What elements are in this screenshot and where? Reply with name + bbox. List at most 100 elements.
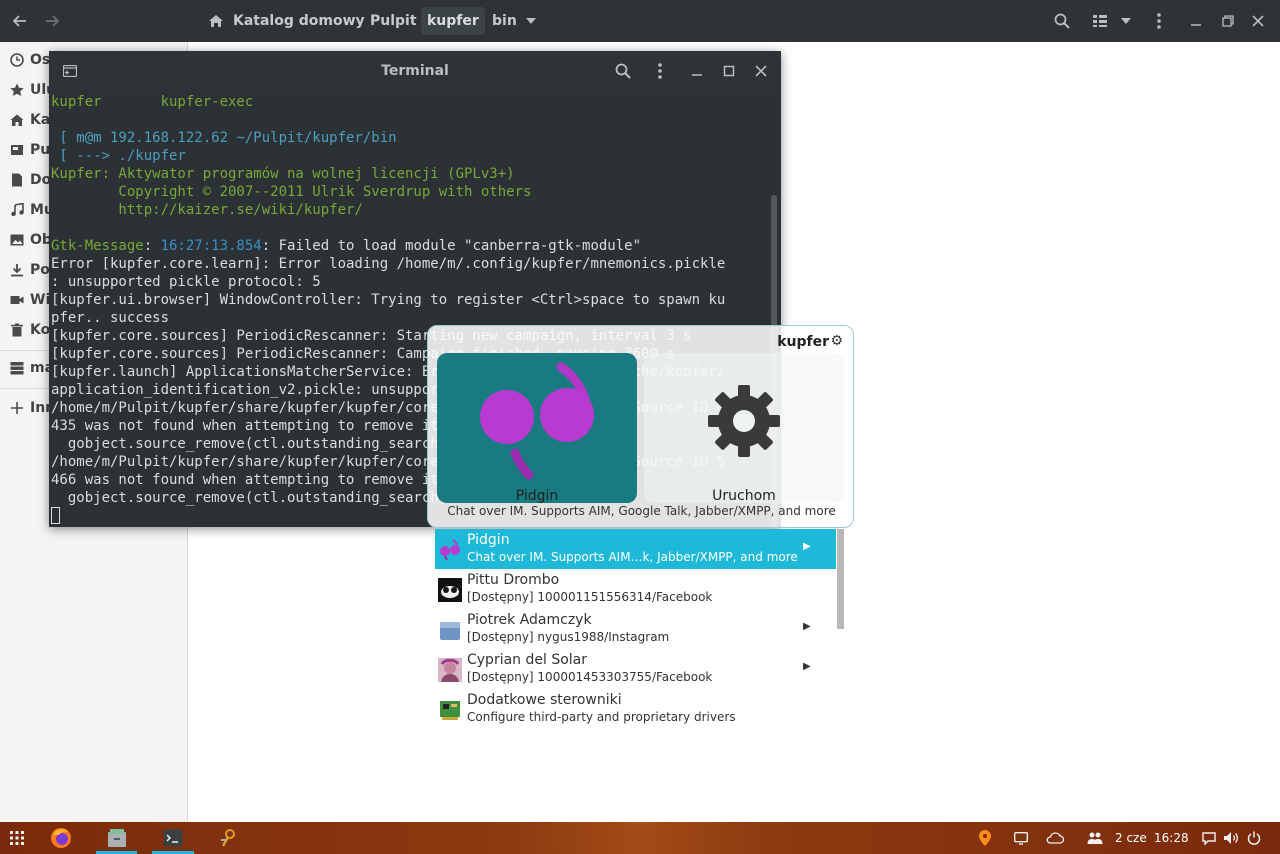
terminal-line: [ ---> ./kupfer bbox=[51, 147, 186, 165]
terminal-close-button[interactable] bbox=[751, 51, 771, 91]
kupfer-result-list: Pidgin Chat over IM. Supports AIM…k, Jab… bbox=[435, 529, 837, 729]
minimize-icon bbox=[1191, 24, 1201, 26]
terminal-line: [ m@m 192.168.122.62 ~/Pulpit/kupfer/bin bbox=[51, 129, 397, 147]
terminal-text: [kupfer.ui.browser] WindowController: Tr… bbox=[51, 292, 726, 308]
terminal-text: Error [kupfer.core.learn]: Error loading… bbox=[51, 256, 726, 272]
list-item[interactable]: Pittu Drombo [Dostępny] 100001151556314/… bbox=[435, 569, 836, 609]
power-icon bbox=[1247, 831, 1261, 845]
breadcrumb-kupfer[interactable]: kupfer bbox=[421, 7, 485, 35]
kupfer-launcher: kupfer ⚙ Pidgin Uruchom Chat over IM. Su… bbox=[427, 325, 854, 528]
contacts-tray[interactable] bbox=[1082, 822, 1108, 854]
list-item-name: Pidgin bbox=[467, 532, 510, 548]
list-item[interactable]: Pidgin Chat over IM. Supports AIM…k, Jab… bbox=[435, 529, 836, 569]
expand-arrow-icon[interactable]: ▶ bbox=[803, 541, 811, 552]
gear-icon bbox=[708, 385, 780, 457]
menu-button[interactable] bbox=[1148, 0, 1170, 42]
terminal-minimize-button[interactable] bbox=[687, 51, 707, 91]
list-item[interactable]: Piotrek Adamczyk [Dostępny] nygus1988/In… bbox=[435, 609, 836, 649]
view-mode-button[interactable] bbox=[1089, 0, 1111, 42]
notifications-tray[interactable] bbox=[1198, 822, 1220, 854]
terminal-line: : unsupported pickle protocol: 5 bbox=[51, 273, 321, 291]
new-tab-button[interactable] bbox=[59, 51, 81, 91]
back-button[interactable] bbox=[6, 0, 34, 42]
terminal-maximize-button[interactable] bbox=[719, 51, 739, 91]
terminal-line: Error [kupfer.core.learn]: Error loading… bbox=[51, 255, 725, 273]
terminal-text: 435 was not found when attempting to rem… bbox=[51, 418, 439, 434]
view-options-dropdown[interactable] bbox=[1116, 0, 1136, 42]
terminal-line: Gtk-Message: 16:27:13.854: Failed to loa… bbox=[51, 237, 641, 255]
terminal-titlebar[interactable]: Terminal bbox=[49, 51, 781, 91]
list-item[interactable]: Cyprian del Solar [Dostępny] 10000145330… bbox=[435, 649, 836, 689]
screen-icon bbox=[1014, 831, 1028, 845]
terminal-text: Gtk-Message bbox=[51, 238, 144, 254]
pidgin-icon bbox=[480, 362, 594, 480]
expand-arrow-icon[interactable]: ▶ bbox=[803, 621, 811, 632]
maximize-button[interactable] bbox=[1218, 0, 1238, 42]
terminal-text: Copyright © 2007--2011 Ulrik Sverdrup wi… bbox=[51, 184, 532, 200]
cloud-tray[interactable] bbox=[1042, 822, 1068, 854]
terminal-text: [ ---> ./kupfer bbox=[51, 148, 186, 164]
list-item-name: Cyprian del Solar bbox=[467, 652, 588, 668]
home-icon bbox=[9, 112, 25, 128]
taskbar-file-manager[interactable] bbox=[98, 822, 136, 854]
terminal-search-button[interactable] bbox=[611, 51, 635, 91]
terminal-text: : unsupported pickle protocol: 5 bbox=[51, 274, 321, 290]
result-list-scrollbar[interactable] bbox=[837, 529, 844, 629]
object-label: Pidgin bbox=[515, 488, 559, 504]
terminal-text: pfer.. success bbox=[51, 310, 170, 326]
clock-time[interactable]: 16:28 bbox=[1154, 822, 1189, 854]
caret-down-icon bbox=[1121, 18, 1131, 24]
object-pane[interactable]: Pidgin bbox=[437, 353, 637, 504]
gear-icon[interactable]: ⚙ bbox=[830, 333, 843, 349]
list-item[interactable]: Dodatkowe sterowniki Configure third-par… bbox=[435, 689, 836, 729]
arrow-left-icon bbox=[12, 15, 26, 27]
taskbar-terminal[interactable] bbox=[154, 822, 192, 854]
cloud-icon bbox=[1046, 832, 1064, 844]
expand-arrow-icon[interactable]: ▶ bbox=[803, 661, 811, 672]
taskbar-kupfer[interactable] bbox=[210, 822, 244, 854]
breadcrumb-pulpit[interactable]: Pulpit bbox=[364, 7, 423, 35]
taskbar-firefox[interactable] bbox=[44, 822, 78, 854]
breadcrumb-bin[interactable]: bin bbox=[486, 7, 523, 35]
arrow-right-icon bbox=[46, 15, 60, 27]
breadcrumb-katalog-domowy[interactable]: Katalog domowy bbox=[227, 7, 371, 35]
driver-board-icon bbox=[440, 701, 460, 720]
document-icon bbox=[9, 172, 25, 188]
breadcrumb-dropdown[interactable] bbox=[520, 0, 542, 42]
maximize-icon bbox=[723, 65, 735, 77]
location-tray[interactable] bbox=[972, 822, 998, 854]
search-button[interactable] bbox=[1050, 0, 1074, 42]
search-icon bbox=[615, 63, 631, 79]
list-item-name: Dodatkowe sterowniki bbox=[467, 692, 622, 708]
display-tray[interactable] bbox=[1009, 822, 1033, 854]
volume-tray[interactable] bbox=[1220, 822, 1242, 854]
picture-icon bbox=[9, 232, 25, 248]
terminal-text: 16:27:13.854 bbox=[160, 238, 262, 254]
people-icon bbox=[1087, 832, 1103, 844]
message-icon bbox=[1202, 831, 1216, 845]
terminal-line: 435 was not found when attempting to rem… bbox=[51, 417, 439, 435]
action-pane[interactable]: Uruchom bbox=[644, 353, 844, 504]
terminal-line: [kupfer.ui.browser] WindowController: Tr… bbox=[51, 291, 725, 309]
restore-icon bbox=[1222, 15, 1234, 27]
app-menu-button[interactable] bbox=[2, 822, 32, 854]
terminal-text: http://kaizer.se/wiki/kupfer/ bbox=[51, 202, 363, 218]
minimize-button[interactable] bbox=[1186, 0, 1206, 42]
forward-button[interactable] bbox=[38, 0, 66, 42]
terminal-line: kupfer kupfer-exec bbox=[51, 93, 253, 111]
terminal-line: http://kaizer.se/wiki/kupfer/ bbox=[51, 201, 363, 219]
terminal-text: [ m@m 192.168.122.62 ~/Pulpit/kupfer/bin bbox=[51, 130, 397, 146]
minimize-icon bbox=[692, 74, 702, 76]
plus-icon bbox=[9, 400, 25, 416]
terminal-text: : bbox=[143, 238, 161, 254]
terminal-tab-icon bbox=[63, 65, 77, 77]
terminal-menu-button[interactable] bbox=[650, 51, 670, 91]
list-item-name: Pittu Drombo bbox=[467, 572, 560, 588]
video-icon bbox=[9, 292, 25, 308]
close-button[interactable] bbox=[1248, 0, 1268, 42]
server-icon bbox=[9, 360, 25, 376]
power-tray[interactable] bbox=[1243, 822, 1265, 854]
terminal-text: Kupfer: Aktywator programów na wolnej li… bbox=[51, 166, 515, 182]
search-icon bbox=[1054, 13, 1070, 29]
clock-date[interactable]: 2 cze bbox=[1115, 822, 1147, 854]
